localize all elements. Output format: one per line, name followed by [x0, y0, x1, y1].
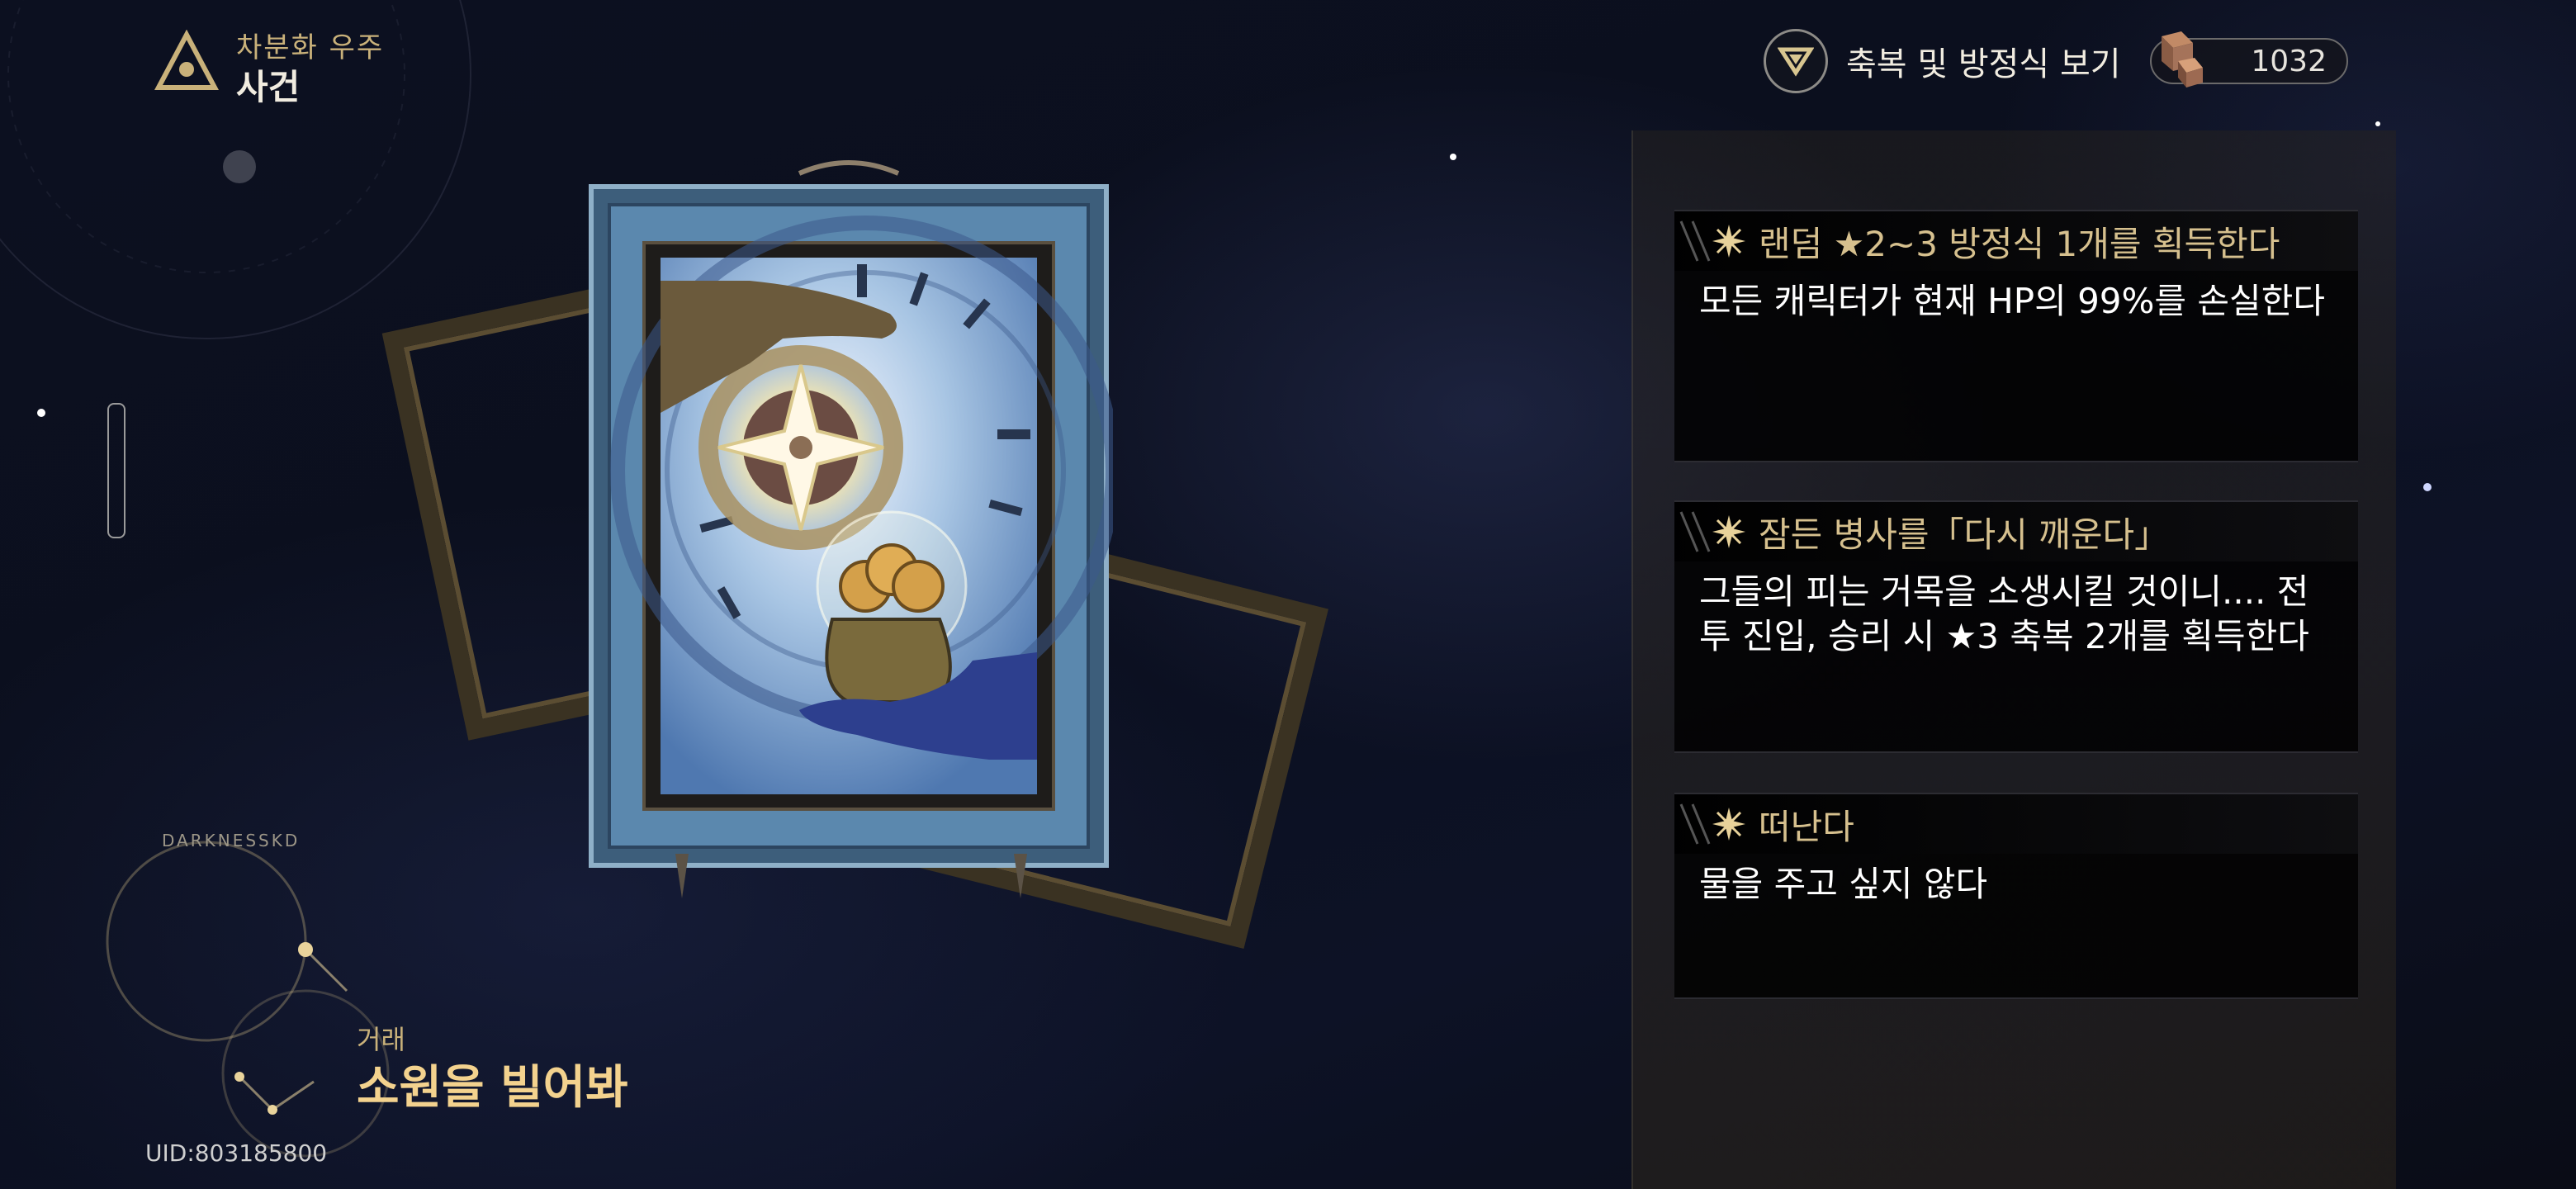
slash-deco-icon [1679, 220, 1711, 262]
choice-title: 떠난다 [1759, 806, 1854, 847]
view-blessings-equations-button[interactable]: 축복 및 방정식 보기 [1764, 28, 2121, 94]
user-id: UID:803185800 [145, 1139, 328, 1167]
choice-description: 물을 주고 싶지 않다 [1699, 864, 1988, 904]
choice-option-1[interactable]: 랜덤 ★2~3 방정식 1개를 획득한다 모든 캐릭터가 현재 HP의 99%를… [1674, 210, 2358, 462]
tarot-card-compass-coins-icon[interactable] [585, 157, 1113, 917]
triangle-emblem-icon [154, 30, 219, 90]
slash-deco-icon [1679, 511, 1711, 552]
cube-currency-icon [2162, 31, 2203, 88]
side-scroll-handle[interactable] [107, 403, 125, 538]
choice-option-2[interactable]: 잠든 병사를「다시 깨운다」 그들의 피는 거목을 소생시킬 것이니.... 전… [1674, 500, 2358, 753]
view-blessings-label: 축복 및 방정식 보기 [1846, 45, 2121, 83]
choice-title: 잠든 병사를「다시 깨운다」 [1759, 514, 2170, 555]
game-screen: 차분화 우주 사건 축복 및 방정식 보기 1032 랜덤 ★2~3 방정식 1… [0, 0, 2576, 1189]
constellation-label: DARKNESSKD [162, 831, 301, 850]
choice-option-3[interactable]: 떠난다 물을 주고 싶지 않다 [1674, 793, 2358, 999]
slash-deco-icon [1679, 803, 1711, 845]
chevron-down-triangle-icon [1764, 29, 1828, 93]
choice-description: 모든 캐릭터가 현재 HP의 99%를 손실한다 [1699, 281, 2325, 321]
event-name: 소원을 빌어봐 [357, 1061, 628, 1115]
choice-title: 랜덤 ★2~3 방정식 1개를 획득한다 [1759, 223, 2280, 264]
choice-description: 그들의 피는 거목을 소생시킬 것이니.... 전투 진입, 승리 시 ★3 축… [1699, 571, 2309, 656]
currency-value: 1032 [2251, 45, 2327, 78]
location-title: 사건 [236, 67, 301, 107]
